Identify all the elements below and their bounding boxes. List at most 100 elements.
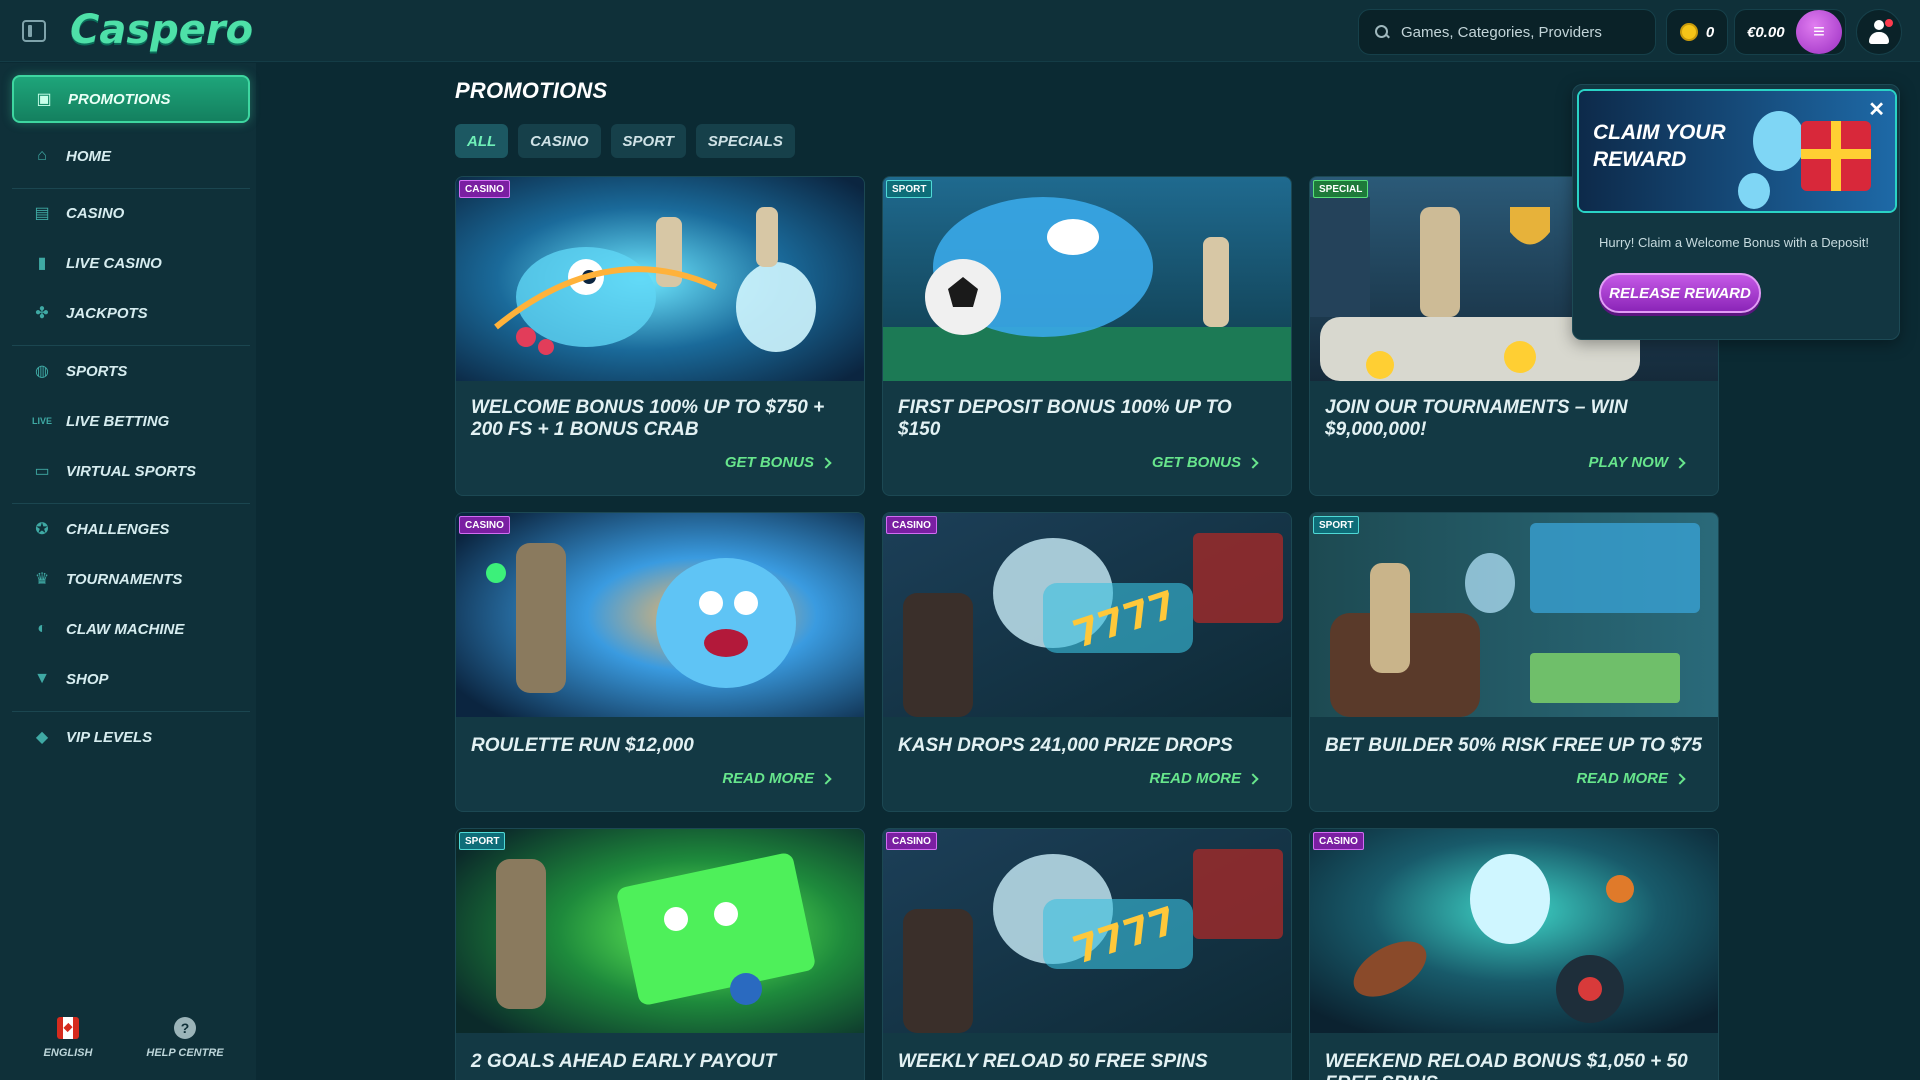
sidebar-divider	[12, 711, 250, 712]
claw-icon: ◐	[37, 620, 47, 637]
reward-banner: CLAIM YOUR REWARD ✕	[1577, 89, 1897, 213]
search-icon	[1375, 25, 1389, 39]
promo-title: ROULETTE RUN $12,000	[471, 735, 694, 756]
promo-image	[456, 177, 864, 381]
sidebar-item-label: LIVE BETTING	[66, 412, 170, 430]
cta-label: PLAY NOW	[1588, 454, 1668, 471]
logo[interactable]: Caspero	[70, 7, 254, 53]
search-input[interactable]	[1401, 23, 1641, 41]
tab-sport[interactable]: SPORT	[610, 124, 686, 158]
chevron-right-icon	[820, 456, 832, 469]
promo-title: WELCOME BONUS 100% UP TO $750 + 200 FS +…	[471, 397, 825, 440]
tab-specials[interactable]: SPECIALS	[695, 124, 795, 158]
category-badge: SPORT	[459, 832, 506, 850]
chevron-right-icon	[1247, 772, 1259, 785]
wallet-button[interactable]: ≡	[1796, 10, 1842, 54]
home-icon: ⌂	[37, 147, 47, 164]
promo-title: WEEKEND RELOAD BONUS $1,050 + 50 FREE SP…	[1325, 1051, 1688, 1080]
language-selector[interactable]: ENGLISH	[38, 1017, 98, 1059]
category-badge: CASINO	[459, 516, 510, 534]
release-reward-button[interactable]: RELEASE REWARD	[1599, 273, 1761, 313]
promo-card[interactable]: SPORT FIRST DEPOSIT BONUS 100% UP TO $15…	[882, 176, 1292, 496]
promo-title: KASH DROPS 241,000 PRIZE DROPS	[898, 735, 1233, 756]
cta-label: READ MORE	[722, 770, 814, 787]
category-badge: CASINO	[459, 180, 510, 198]
read-more-button[interactable]: READ MORE	[1149, 770, 1259, 787]
sidebar-item-jackpots[interactable]: ✤ JACKPOTS	[12, 289, 250, 337]
category-badge: CASINO	[886, 832, 937, 850]
sidebar-item-vip-levels[interactable]: ◆ VIP LEVELS	[12, 713, 250, 761]
sidebar-item-shop[interactable]: ▼ SHOP	[12, 655, 250, 703]
clover-icon: ✤	[35, 305, 49, 322]
promo-image: 7777	[883, 513, 1291, 717]
promo-card[interactable]: 7777 CASINO KASH DROPS 241,000 PRIZE DRO…	[882, 512, 1292, 812]
tab-all[interactable]: ALL	[455, 124, 509, 158]
sidebar-item-virtual-sports[interactable]: ▭ VIRTUAL SPORTS	[12, 447, 250, 495]
promo-title: 2 GOALS AHEAD EARLY PAYOUT	[471, 1051, 777, 1072]
canada-flag-icon	[57, 1017, 79, 1039]
coins-value: 0	[1705, 23, 1715, 41]
promo-title: JOIN OUR TOURNAMENTS – WIN $9,000,000!	[1325, 397, 1628, 440]
cta-label: GET BONUS	[1151, 454, 1241, 471]
sidebar-item-home[interactable]: ⌂ HOME	[12, 132, 250, 180]
logo-text: Caspero	[70, 7, 254, 53]
basket-icon: ▼	[34, 670, 50, 687]
sidebar-item-label: CASINO	[66, 204, 125, 222]
cta-label: READ MORE	[1576, 770, 1668, 787]
badge-icon: ✪	[35, 521, 49, 538]
chevron-right-icon	[1674, 456, 1686, 469]
page-title: PROMOTIONS	[455, 78, 608, 103]
sidebar-item-live-betting[interactable]: LIVE LIVE BETTING	[12, 397, 250, 445]
sidebar-item-label: CLAW MACHINE	[66, 620, 185, 638]
sidebar-item-label: JACKPOTS	[66, 304, 148, 322]
sidebar-item-claw-machine[interactable]: ◐ CLAW MACHINE	[12, 605, 250, 653]
sidebar-divider	[12, 345, 250, 346]
trophy-icon: ♛	[34, 571, 50, 588]
category-badge: SPECIAL	[1313, 180, 1369, 198]
sidebar-item-promotions[interactable]: ▣ PROMOTIONS	[12, 75, 250, 123]
help-centre-link[interactable]: ? HELP CENTRE	[140, 1017, 230, 1059]
sidebar-item-label: HOME	[66, 147, 111, 165]
promo-title: WEEKLY RELOAD 50 FREE SPINS	[898, 1051, 1208, 1072]
cards-icon: ▮	[37, 255, 47, 272]
sidebar-item-label: SPORTS	[66, 362, 128, 380]
reward-description: Hurry! Claim a Welcome Bonus with a Depo…	[1599, 235, 1869, 250]
screen-icon: ▭	[34, 463, 50, 480]
sidebar-item-label: SHOP	[66, 670, 109, 688]
coin-icon	[1679, 23, 1698, 41]
sidebar-item-challenges[interactable]: ✪ CHALLENGES	[12, 505, 250, 553]
category-badge: SPORT	[1313, 516, 1360, 534]
promo-title: BET BUILDER 50% RISK FREE UP TO $75	[1325, 735, 1702, 756]
category-badge: SPORT	[886, 180, 933, 198]
tab-casino[interactable]: CASINO	[518, 124, 601, 158]
sidebar-item-casino[interactable]: ▤ CASINO	[12, 189, 250, 237]
promo-card[interactable]: CASINO WEEKEND RELOAD BONUS $1,050 + 50 …	[1309, 828, 1719, 1080]
get-bonus-button[interactable]: GET BONUS	[1151, 454, 1259, 471]
sidebar-toggle-icon[interactable]	[22, 20, 46, 42]
claim-reward-popup: CLAIM YOUR REWARD ✕ Hurry! Claim a Welco…	[1572, 84, 1900, 340]
close-icon[interactable]: ✕	[1868, 97, 1885, 122]
coins-display[interactable]: 0	[1666, 9, 1728, 55]
sidebar-item-sports[interactable]: ◍ SPORTS	[12, 347, 250, 395]
cta-label: GET BONUS	[724, 454, 814, 471]
play-now-button[interactable]: PLAY NOW	[1588, 454, 1686, 471]
user-menu-button[interactable]	[1856, 9, 1902, 55]
chevron-right-icon	[1674, 772, 1686, 785]
promo-card[interactable]: CASINO ROULETTE RUN $12,000 READ MORE	[455, 512, 865, 812]
read-more-button[interactable]: READ MORE	[1576, 770, 1686, 787]
sidebar-item-label: VIRTUAL SPORTS	[66, 462, 197, 480]
promo-card[interactable]: SPORT 2 GOALS AHEAD EARLY PAYOUT	[455, 828, 865, 1080]
search-box[interactable]	[1358, 9, 1656, 55]
sidebar-item-live-casino[interactable]: ▮ LIVE CASINO	[12, 239, 250, 287]
reward-title: CLAIM YOUR REWARD	[1593, 121, 1726, 171]
get-bonus-button[interactable]: GET BONUS	[724, 454, 832, 471]
language-label: ENGLISH	[43, 1047, 93, 1059]
promo-image: 7777	[883, 829, 1291, 1033]
promo-card[interactable]: SPORT BET BUILDER 50% RISK FREE UP TO $7…	[1309, 512, 1719, 812]
balance-value: €0.00	[1747, 23, 1785, 41]
sidebar-item-label: TOURNAMENTS	[66, 570, 183, 588]
promo-card[interactable]: 7777 CASINO WEEKLY RELOAD 50 FREE SPINS	[882, 828, 1292, 1080]
sidebar-item-tournaments[interactable]: ♛ TOURNAMENTS	[12, 555, 250, 603]
promo-card[interactable]: CASINO WELCOME BONUS 100% UP TO $750 + 2…	[455, 176, 865, 496]
read-more-button[interactable]: READ MORE	[722, 770, 832, 787]
